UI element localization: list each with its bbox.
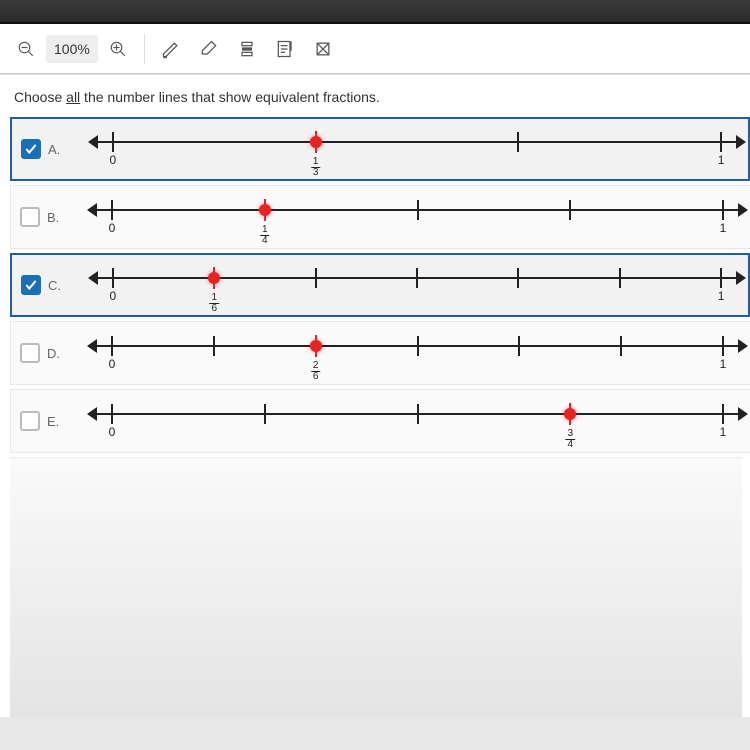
option-checkbox[interactable] [21,275,41,295]
label-one: 1 [720,357,727,371]
number-line: 0 1 26 [69,322,750,384]
option-letter: D. [45,346,69,361]
tick-mark [111,336,113,356]
number-line: 0 1 14 [69,186,750,248]
fraction-denominator: 6 [209,304,219,314]
option-checkbox[interactable] [20,207,40,227]
fraction-point [310,136,322,148]
highlighter-tool-button[interactable] [229,31,265,67]
fraction-point [564,408,576,420]
option-letter: B. [45,210,69,225]
checkbox-cell [11,207,45,227]
option-row-e[interactable]: E. 0 1 34 [10,389,750,453]
number-line: 0 1 34 [69,390,750,452]
fraction-denominator: 4 [260,236,270,246]
label-one: 1 [720,425,727,439]
label-one: 1 [720,221,727,235]
tick-mark [416,268,418,288]
option-checkbox[interactable] [20,411,40,431]
number-line: 0 1 13 [70,119,748,179]
tick-mark [720,132,722,152]
fraction-denominator: 6 [311,372,321,382]
empty-workspace [10,457,742,717]
option-row-c[interactable]: C. 0 1 16 [10,253,750,317]
question-text-prefix: Choose [14,89,66,105]
tick-mark [315,268,317,288]
option-row-b[interactable]: B. 0 1 14 [10,185,750,249]
tick-mark [720,268,722,288]
tick-mark [518,336,520,356]
fraction-denominator: 4 [565,440,575,450]
fraction-label: 14 [260,221,270,246]
tick-mark [417,336,419,356]
fraction-label: 16 [209,289,219,314]
checkbox-cell [11,343,45,363]
option-row-d[interactable]: D. 0 1 26 [10,321,750,385]
fraction-label: 13 [311,153,321,178]
number-line: 0 1 16 [70,255,748,315]
tick-mark [112,268,114,288]
label-one: 1 [718,289,725,303]
label-zero: 0 [110,153,117,167]
label-zero: 0 [109,425,116,439]
option-checkbox[interactable] [21,139,41,159]
tick-mark [569,200,571,220]
checkbox-cell [12,139,46,159]
tick-mark [417,200,419,220]
tick-mark [517,132,519,152]
tick-mark [213,336,215,356]
option-letter: E. [45,414,69,429]
eraser-tool-button[interactable] [191,31,227,67]
tick-mark [417,404,419,424]
zoom-in-button[interactable] [100,31,136,67]
label-one: 1 [718,153,725,167]
fraction-point [310,340,322,352]
option-row-a[interactable]: A. 0 1 13 [10,117,750,181]
question-text-emphasis: all [66,89,80,105]
notes-tool-button[interactable] [267,31,303,67]
checkbox-cell [12,275,46,295]
tick-mark [111,200,113,220]
option-checkbox[interactable] [20,343,40,363]
checkbox-cell [11,411,45,431]
device-bezel [0,0,750,24]
fraction-point [259,204,271,216]
tick-mark [517,268,519,288]
fraction-label: 26 [311,357,321,382]
tick-mark [722,404,724,424]
label-zero: 0 [109,221,116,235]
tick-mark [112,132,114,152]
tick-mark [620,336,622,356]
tick-mark [722,336,724,356]
tick-mark [264,404,266,424]
fraction-point [208,272,220,284]
zoom-out-button[interactable] [8,31,44,67]
label-zero: 0 [109,357,116,371]
pen-tool-button[interactable] [153,31,189,67]
clear-tool-button[interactable] [305,31,341,67]
question-prompt: Choose all the number lines that show eq… [10,85,750,117]
tick-mark [619,268,621,288]
zoom-level-label: 100% [46,35,98,63]
option-letter: A. [46,142,70,157]
tick-mark [722,200,724,220]
question-text-suffix: the number lines that show equivalent fr… [80,89,380,105]
fraction-label: 34 [565,425,575,450]
toolbar: 100% [0,24,750,74]
fraction-denominator: 3 [311,168,321,178]
tick-mark [111,404,113,424]
toolbar-divider [144,34,145,64]
question-content: Choose all the number lines that show eq… [0,74,750,717]
option-letter: C. [46,278,70,293]
label-zero: 0 [110,289,117,303]
